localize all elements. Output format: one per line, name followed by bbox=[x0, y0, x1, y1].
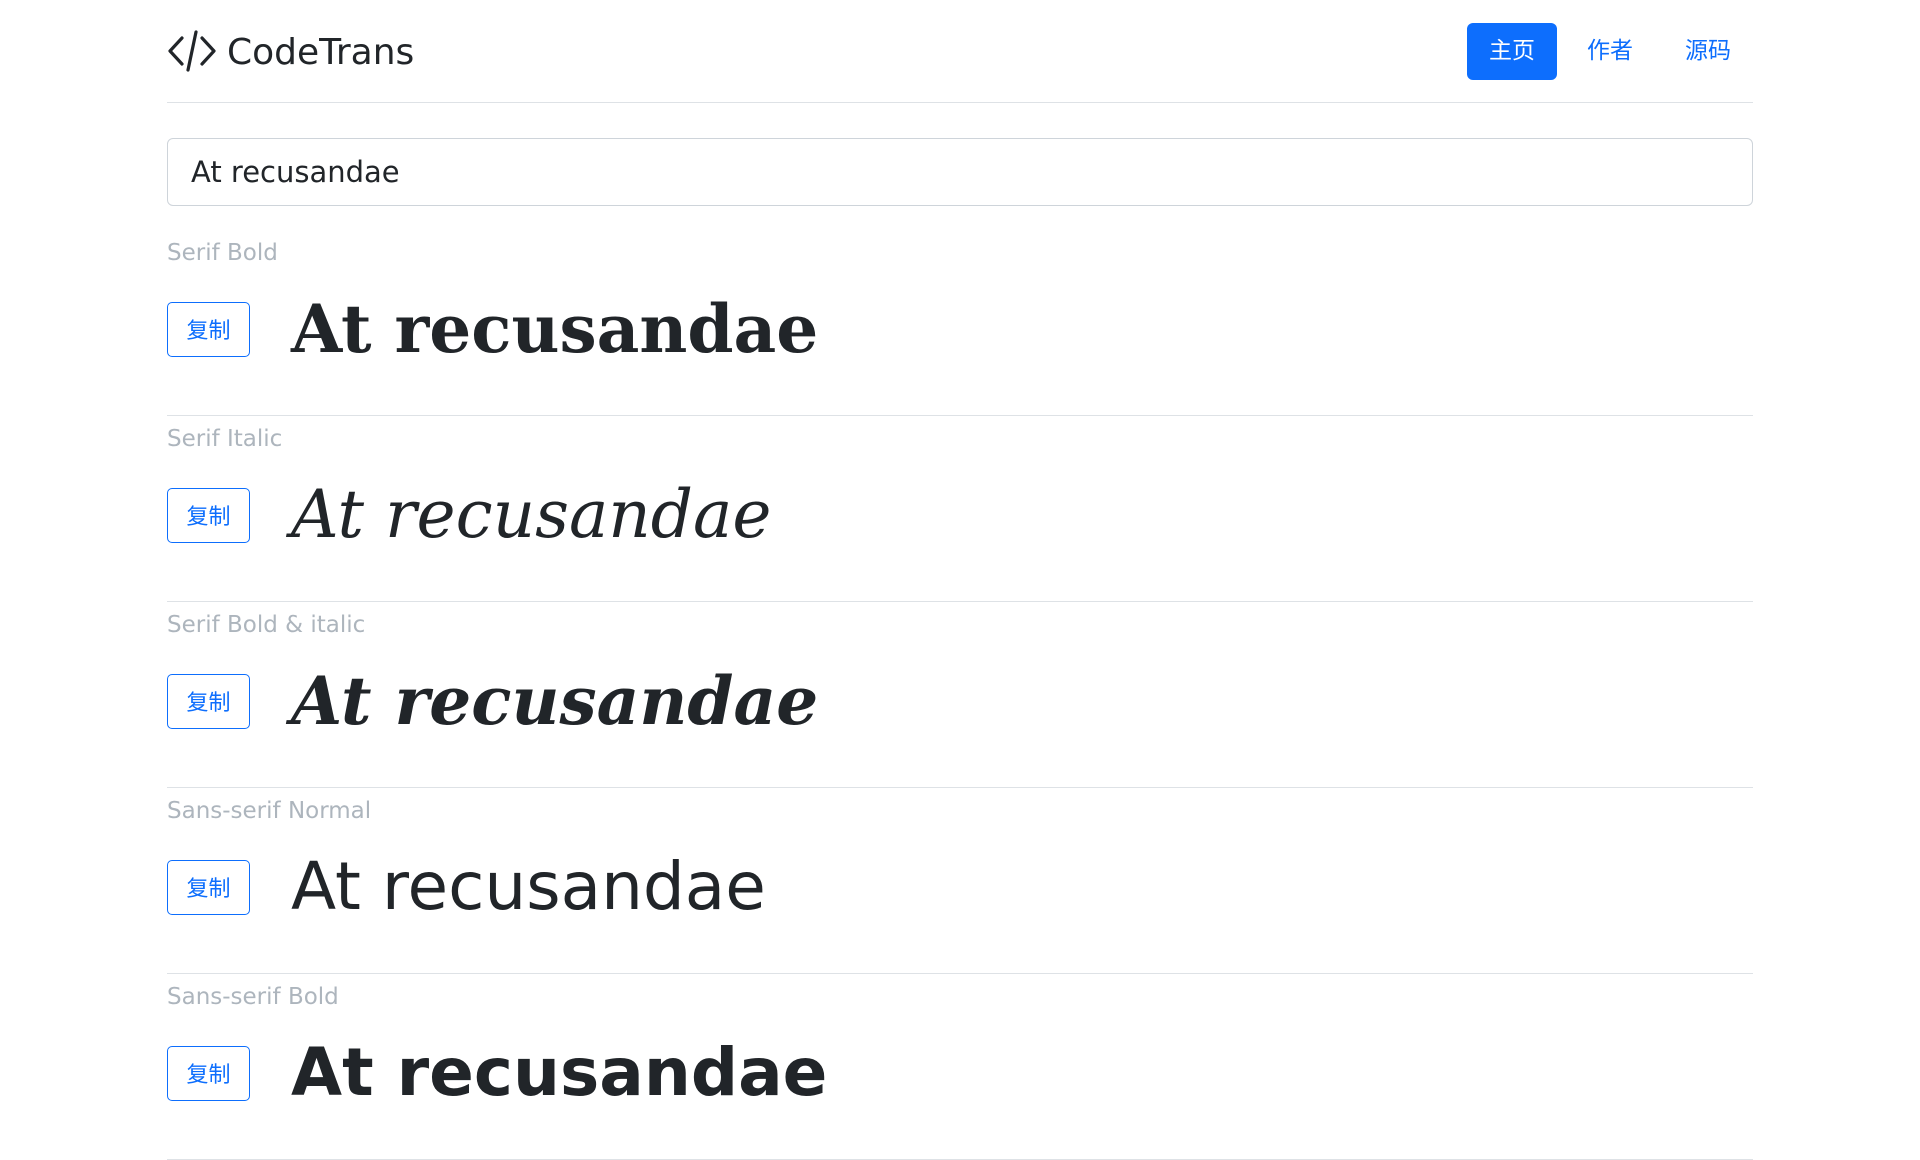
copy-button[interactable]: 复制 bbox=[167, 487, 250, 543]
nav-author[interactable]: 作者 bbox=[1565, 23, 1655, 80]
font-style-item: Serif Bold 复制 At recusandae bbox=[167, 230, 1753, 416]
sample-row: 复制 At recusandae bbox=[167, 1040, 827, 1106]
main-nav: 主页 作者 源码 bbox=[1467, 22, 1753, 80]
style-label: Serif Italic bbox=[167, 426, 283, 452]
page-container: CodeTrans 主页 作者 源码 Serif Bold 复制 At recu… bbox=[167, 0, 1753, 1160]
nav-source[interactable]: 源码 bbox=[1663, 23, 1753, 80]
styled-sample-text: At recusandae bbox=[291, 662, 819, 740]
copy-button[interactable]: 复制 bbox=[167, 301, 250, 357]
sample-row: 复制 At recusandae bbox=[167, 854, 766, 920]
brand-name: CodeTrans bbox=[227, 31, 415, 73]
font-style-item: Serif Italic 复制 At recusandae bbox=[167, 416, 1753, 602]
font-style-item: Serif Bold & italic 复制 At recusandae bbox=[167, 602, 1753, 788]
font-style-item: Sans-serif Normal 复制 At recusandae bbox=[167, 788, 1753, 974]
style-label: Serif Bold & italic bbox=[167, 612, 366, 638]
font-style-item: Sans-serif Bold 复制 At recusandae bbox=[167, 974, 1753, 1160]
style-label: Sans-serif Normal bbox=[167, 798, 372, 824]
sample-row: 复制 At recusandae bbox=[167, 482, 771, 548]
sample-row: 复制 At recusandae bbox=[167, 296, 818, 362]
code-icon bbox=[167, 28, 217, 74]
copy-button[interactable]: 复制 bbox=[167, 1045, 250, 1101]
styled-sample-text: At recusandae bbox=[291, 476, 772, 553]
font-style-list: Serif Bold 复制 At recusandae Serif Italic… bbox=[167, 230, 1753, 1160]
styled-sample-text: At recusandae bbox=[291, 1034, 828, 1111]
style-label: Serif Bold bbox=[167, 240, 278, 266]
styled-sample-text: At recusandae bbox=[291, 290, 819, 368]
copy-button[interactable]: 复制 bbox=[167, 859, 250, 915]
copy-button[interactable]: 复制 bbox=[167, 673, 250, 729]
nav-home[interactable]: 主页 bbox=[1467, 22, 1557, 80]
styled-sample-text: At recusandae bbox=[291, 848, 766, 925]
text-input[interactable] bbox=[167, 138, 1753, 206]
brand-link[interactable]: CodeTrans bbox=[167, 28, 414, 74]
header: CodeTrans 主页 作者 源码 bbox=[167, 0, 1753, 103]
style-label: Sans-serif Bold bbox=[167, 984, 339, 1010]
sample-row: 复制 At recusandae bbox=[167, 668, 818, 734]
